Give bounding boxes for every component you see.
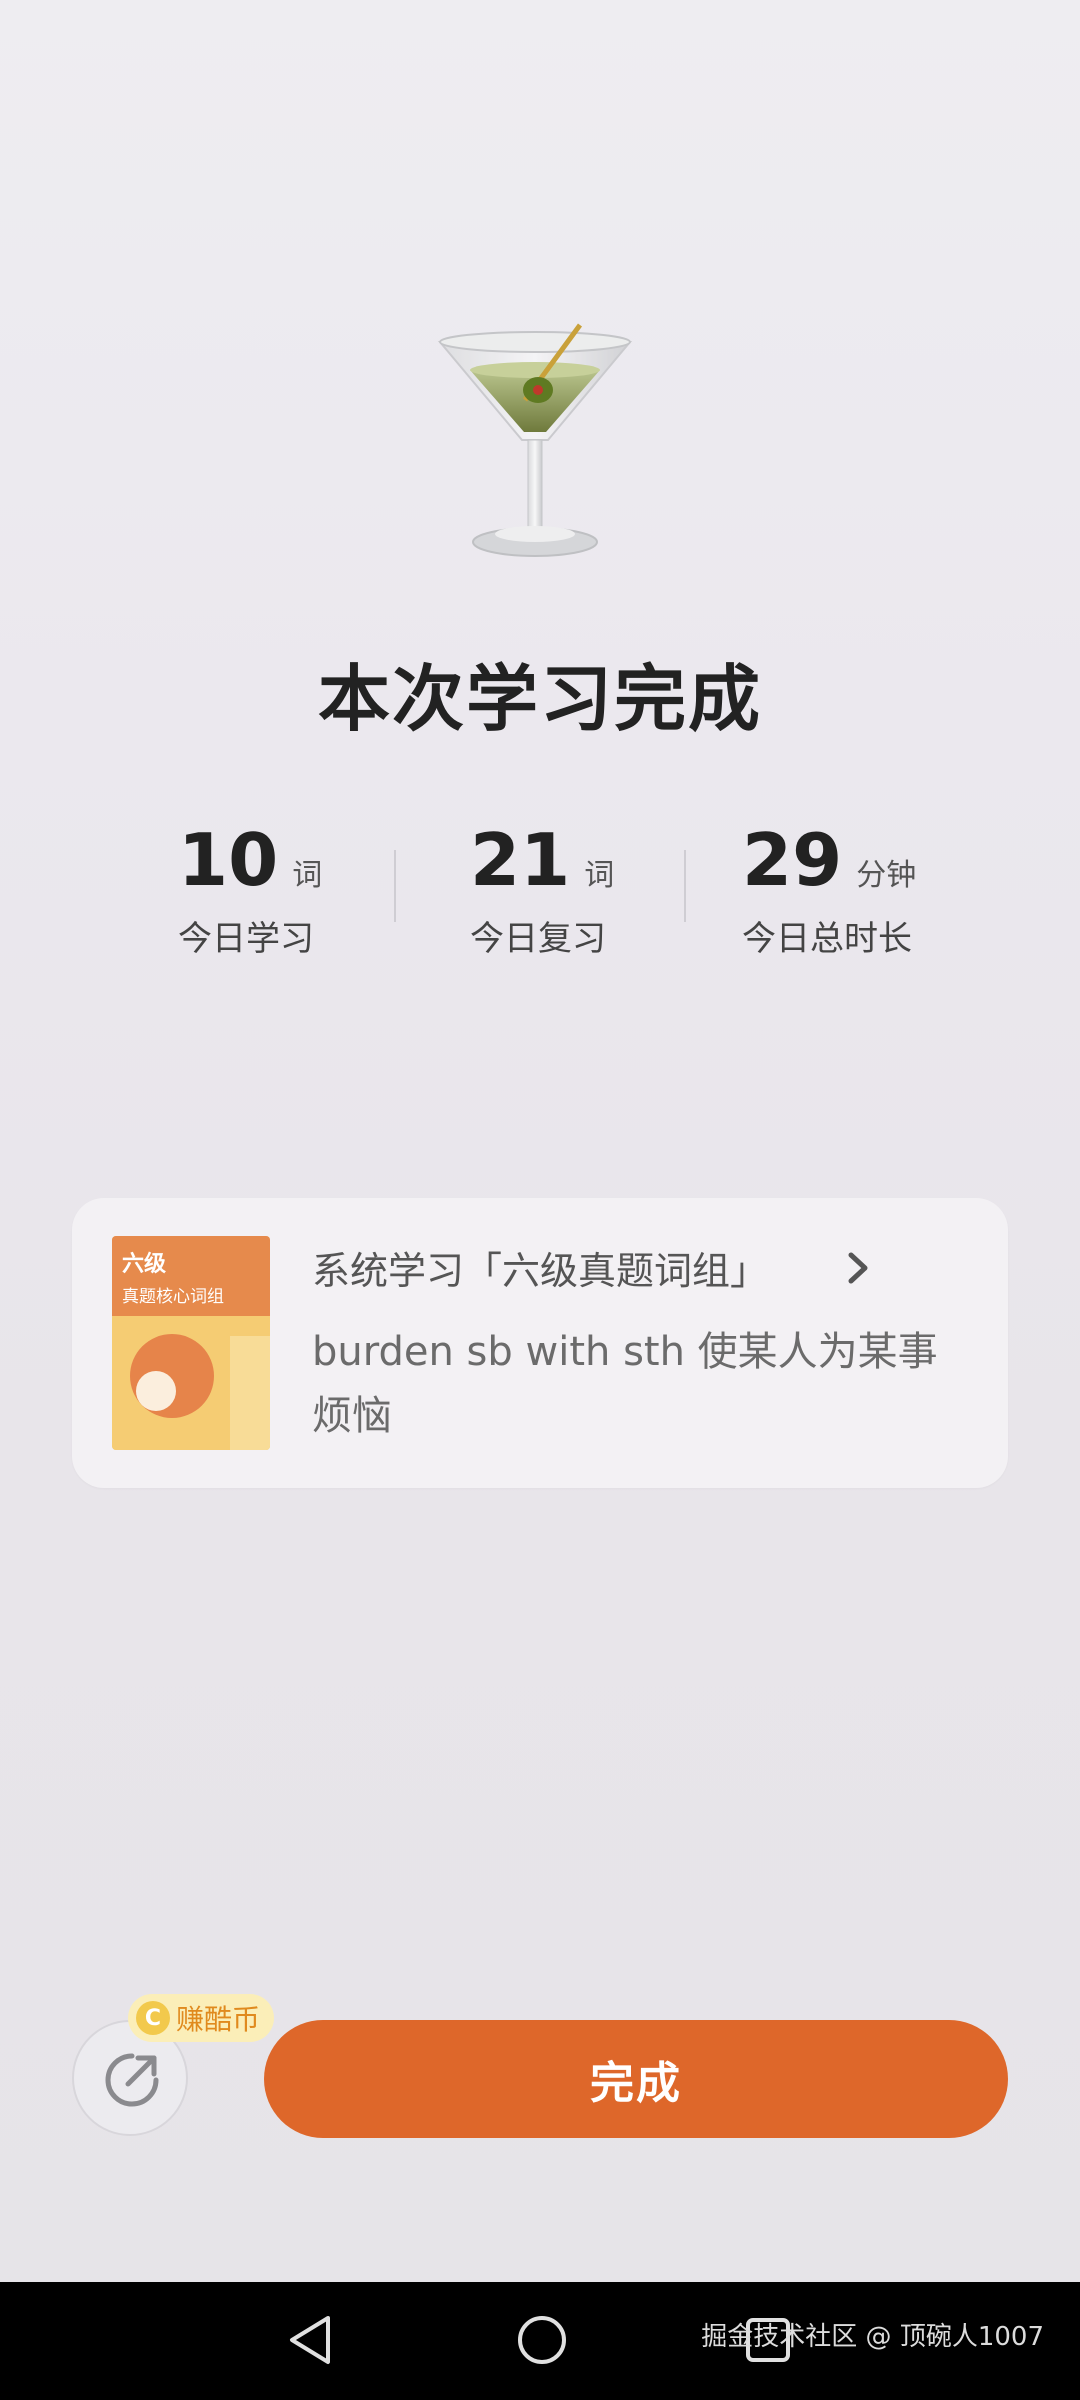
stat-reviewed-label: 今日复习 (470, 919, 606, 959)
coin-badge-label: 赚酷币 (176, 2003, 261, 2036)
home-icon[interactable] (514, 2308, 570, 2372)
card-description: burden sb with sth 使某人为某事烦恼 (312, 1329, 938, 1439)
system-nav-bar: 掘金技术社区 @ 顶碗人1007 (0, 2282, 1080, 2400)
stat-learned-unit: 词 (292, 858, 323, 893)
done-button[interactable]: 完成 (264, 2020, 1008, 2138)
coin-icon: C (136, 2001, 170, 2035)
chevron-right-icon (838, 1248, 878, 1288)
book-cover: 六级 真题核心词组 (112, 1236, 270, 1450)
stat-total-time-value: 29 (742, 818, 843, 902)
stat-total-time-unit: 分钟 (856, 858, 917, 893)
back-icon[interactable] (282, 2310, 338, 2374)
stats-row: 10 词 今日学习 21 词 今日复习 29 分钟 今日总时长 (0, 815, 1080, 959)
page-title: 本次学习完成 (317, 657, 762, 741)
card-heading: 系统学习「六级真题词组」 (312, 1249, 769, 1293)
book-cover-title: 六级 (122, 1252, 167, 1277)
watermark: 掘金技术社区 @ 顶碗人1007 (701, 2322, 1044, 2352)
stat-reviewed-value: 21 (470, 818, 571, 902)
stat-learned-label: 今日学习 (178, 919, 314, 959)
book-cover-dot (136, 1371, 176, 1411)
martini-glass-icon (430, 320, 650, 570)
book-cover-subtitle: 真题核心词组 (122, 1287, 224, 1307)
stat-learned: 10 词 今日学习 (178, 815, 418, 960)
stat-divider (684, 850, 686, 922)
stat-reviewed-unit: 词 (584, 858, 615, 893)
stat-divider (394, 850, 396, 922)
stat-learned-value: 10 (178, 818, 279, 902)
share-icon (105, 2053, 159, 2107)
coin-badge[interactable]: C 赚酷币 (128, 1994, 275, 2042)
stat-total-time-label: 今日总时长 (742, 919, 912, 959)
stat-total-time: 29 分钟 今日总时长 (742, 815, 982, 960)
study-card[interactable]: 六级 真题核心词组 系统学习「六级真题词组」 burden sb with st… (72, 1198, 1008, 1488)
book-cover-block (230, 1336, 270, 1450)
stat-reviewed: 21 词 今日复习 (470, 815, 710, 960)
